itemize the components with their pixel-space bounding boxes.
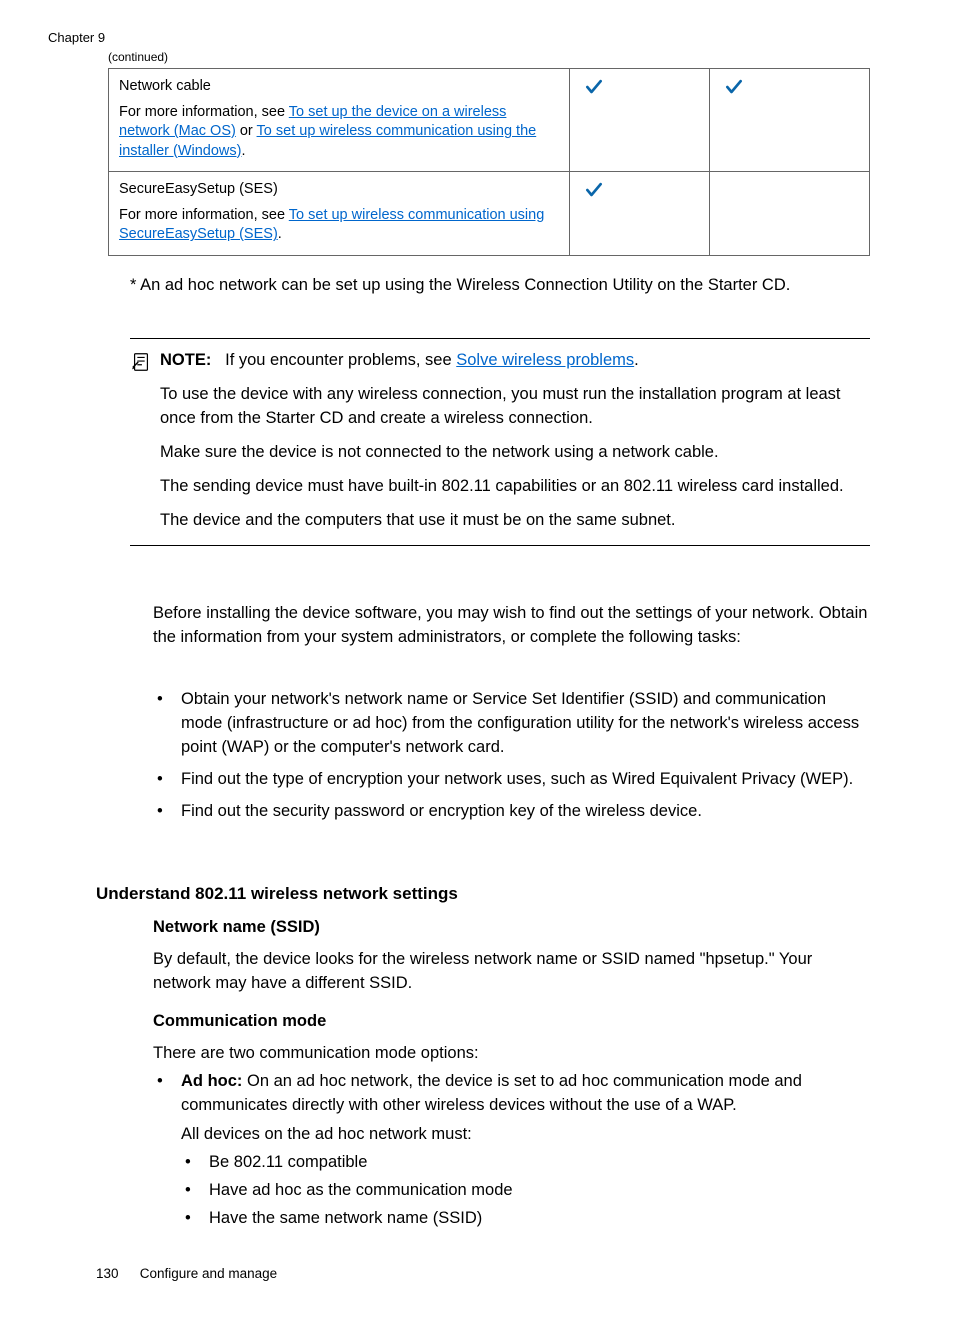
list-item: Obtain your network's network name or Se…: [153, 688, 871, 760]
comm-mode-heading: Communication mode: [153, 1010, 871, 1034]
text: .: [278, 226, 282, 242]
text: [216, 351, 225, 369]
adhoc-text: On an ad hoc network, the device is set …: [181, 1072, 802, 1114]
adhoc-footnote: * An ad hoc network can be set up using …: [130, 274, 870, 297]
check-icon: [580, 188, 604, 204]
table-row: Network cable For more information, see …: [109, 69, 870, 172]
note-callout: NOTE: If you encounter problems, see Sol…: [130, 338, 870, 546]
note-label: NOTE:: [160, 351, 211, 369]
list-item: Find out the type of encryption your net…: [153, 768, 871, 792]
table-cell-col3: [710, 69, 870, 172]
text: or: [236, 123, 257, 139]
list-item: Ad hoc: On an ad hoc network, the device…: [153, 1070, 871, 1232]
text: .: [634, 351, 639, 369]
ssid-heading: Network name (SSID): [153, 916, 871, 940]
page-footer: 130 Configure and manage: [96, 1266, 277, 1281]
table-cell-col2: [570, 172, 710, 256]
section-heading: Understand 802.11 wireless network setti…: [96, 884, 458, 904]
note-paragraph: To use the device with any wireless conn…: [160, 383, 870, 431]
adhoc-label: Ad hoc:: [181, 1072, 242, 1090]
list-item: Find out the security password or encryp…: [153, 800, 871, 824]
text: .: [241, 143, 245, 159]
list-item: Have the same network name (SSID): [181, 1207, 871, 1231]
row-info: For more information, see To set up wire…: [119, 206, 559, 245]
ssid-paragraph: By default, the device looks for the wir…: [153, 948, 871, 996]
adhoc-requirements-list: Be 802.11 compatible Have ad hoc as the …: [181, 1151, 871, 1231]
list-item: Be 802.11 compatible: [181, 1151, 871, 1175]
comm-intro: There are two communication mode options…: [153, 1042, 871, 1066]
check-icon: [580, 85, 604, 101]
text: For more information, see: [119, 207, 289, 223]
note-icon: [130, 351, 152, 378]
note-paragraph: The device and the computers that use it…: [160, 509, 870, 533]
note-paragraph: The sending device must have built-in 80…: [160, 475, 870, 499]
text: For more information, see: [119, 104, 289, 120]
text: If you encounter problems, see: [225, 351, 456, 369]
compatibility-table: Network cable For more information, see …: [108, 68, 870, 256]
prep-task-list: Obtain your network's network name or Se…: [153, 688, 871, 832]
table-cell-desc: Network cable For more information, see …: [109, 69, 570, 172]
continued-label: (continued): [108, 50, 168, 64]
adhoc-sub-intro: All devices on the ad hoc network must:: [181, 1123, 871, 1147]
row-title: Network cable: [119, 77, 559, 97]
chapter-label: Chapter 9: [48, 30, 105, 45]
list-item: Have ad hoc as the communication mode: [181, 1179, 871, 1203]
row-info: For more information, see To set up the …: [119, 103, 559, 162]
check-icon: [720, 85, 744, 101]
row-title: SecureEasySetup (SES): [119, 180, 559, 200]
note-line: NOTE: If you encounter problems, see Sol…: [160, 349, 870, 373]
comm-mode-list: Ad hoc: On an ad hoc network, the device…: [153, 1070, 871, 1232]
before-install-paragraph: Before installing the device software, y…: [153, 602, 871, 650]
section-body: Network name (SSID) By default, the devi…: [153, 916, 871, 1235]
page-number: 130: [96, 1266, 136, 1281]
table-cell-col3: [710, 172, 870, 256]
table-cell-col2: [570, 69, 710, 172]
note-paragraph: Make sure the device is not connected to…: [160, 441, 870, 465]
link-solve-wireless[interactable]: Solve wireless problems: [456, 351, 634, 369]
table-cell-desc: SecureEasySetup (SES) For more informati…: [109, 172, 570, 256]
table-row: SecureEasySetup (SES) For more informati…: [109, 172, 870, 256]
footer-title: Configure and manage: [140, 1266, 277, 1281]
